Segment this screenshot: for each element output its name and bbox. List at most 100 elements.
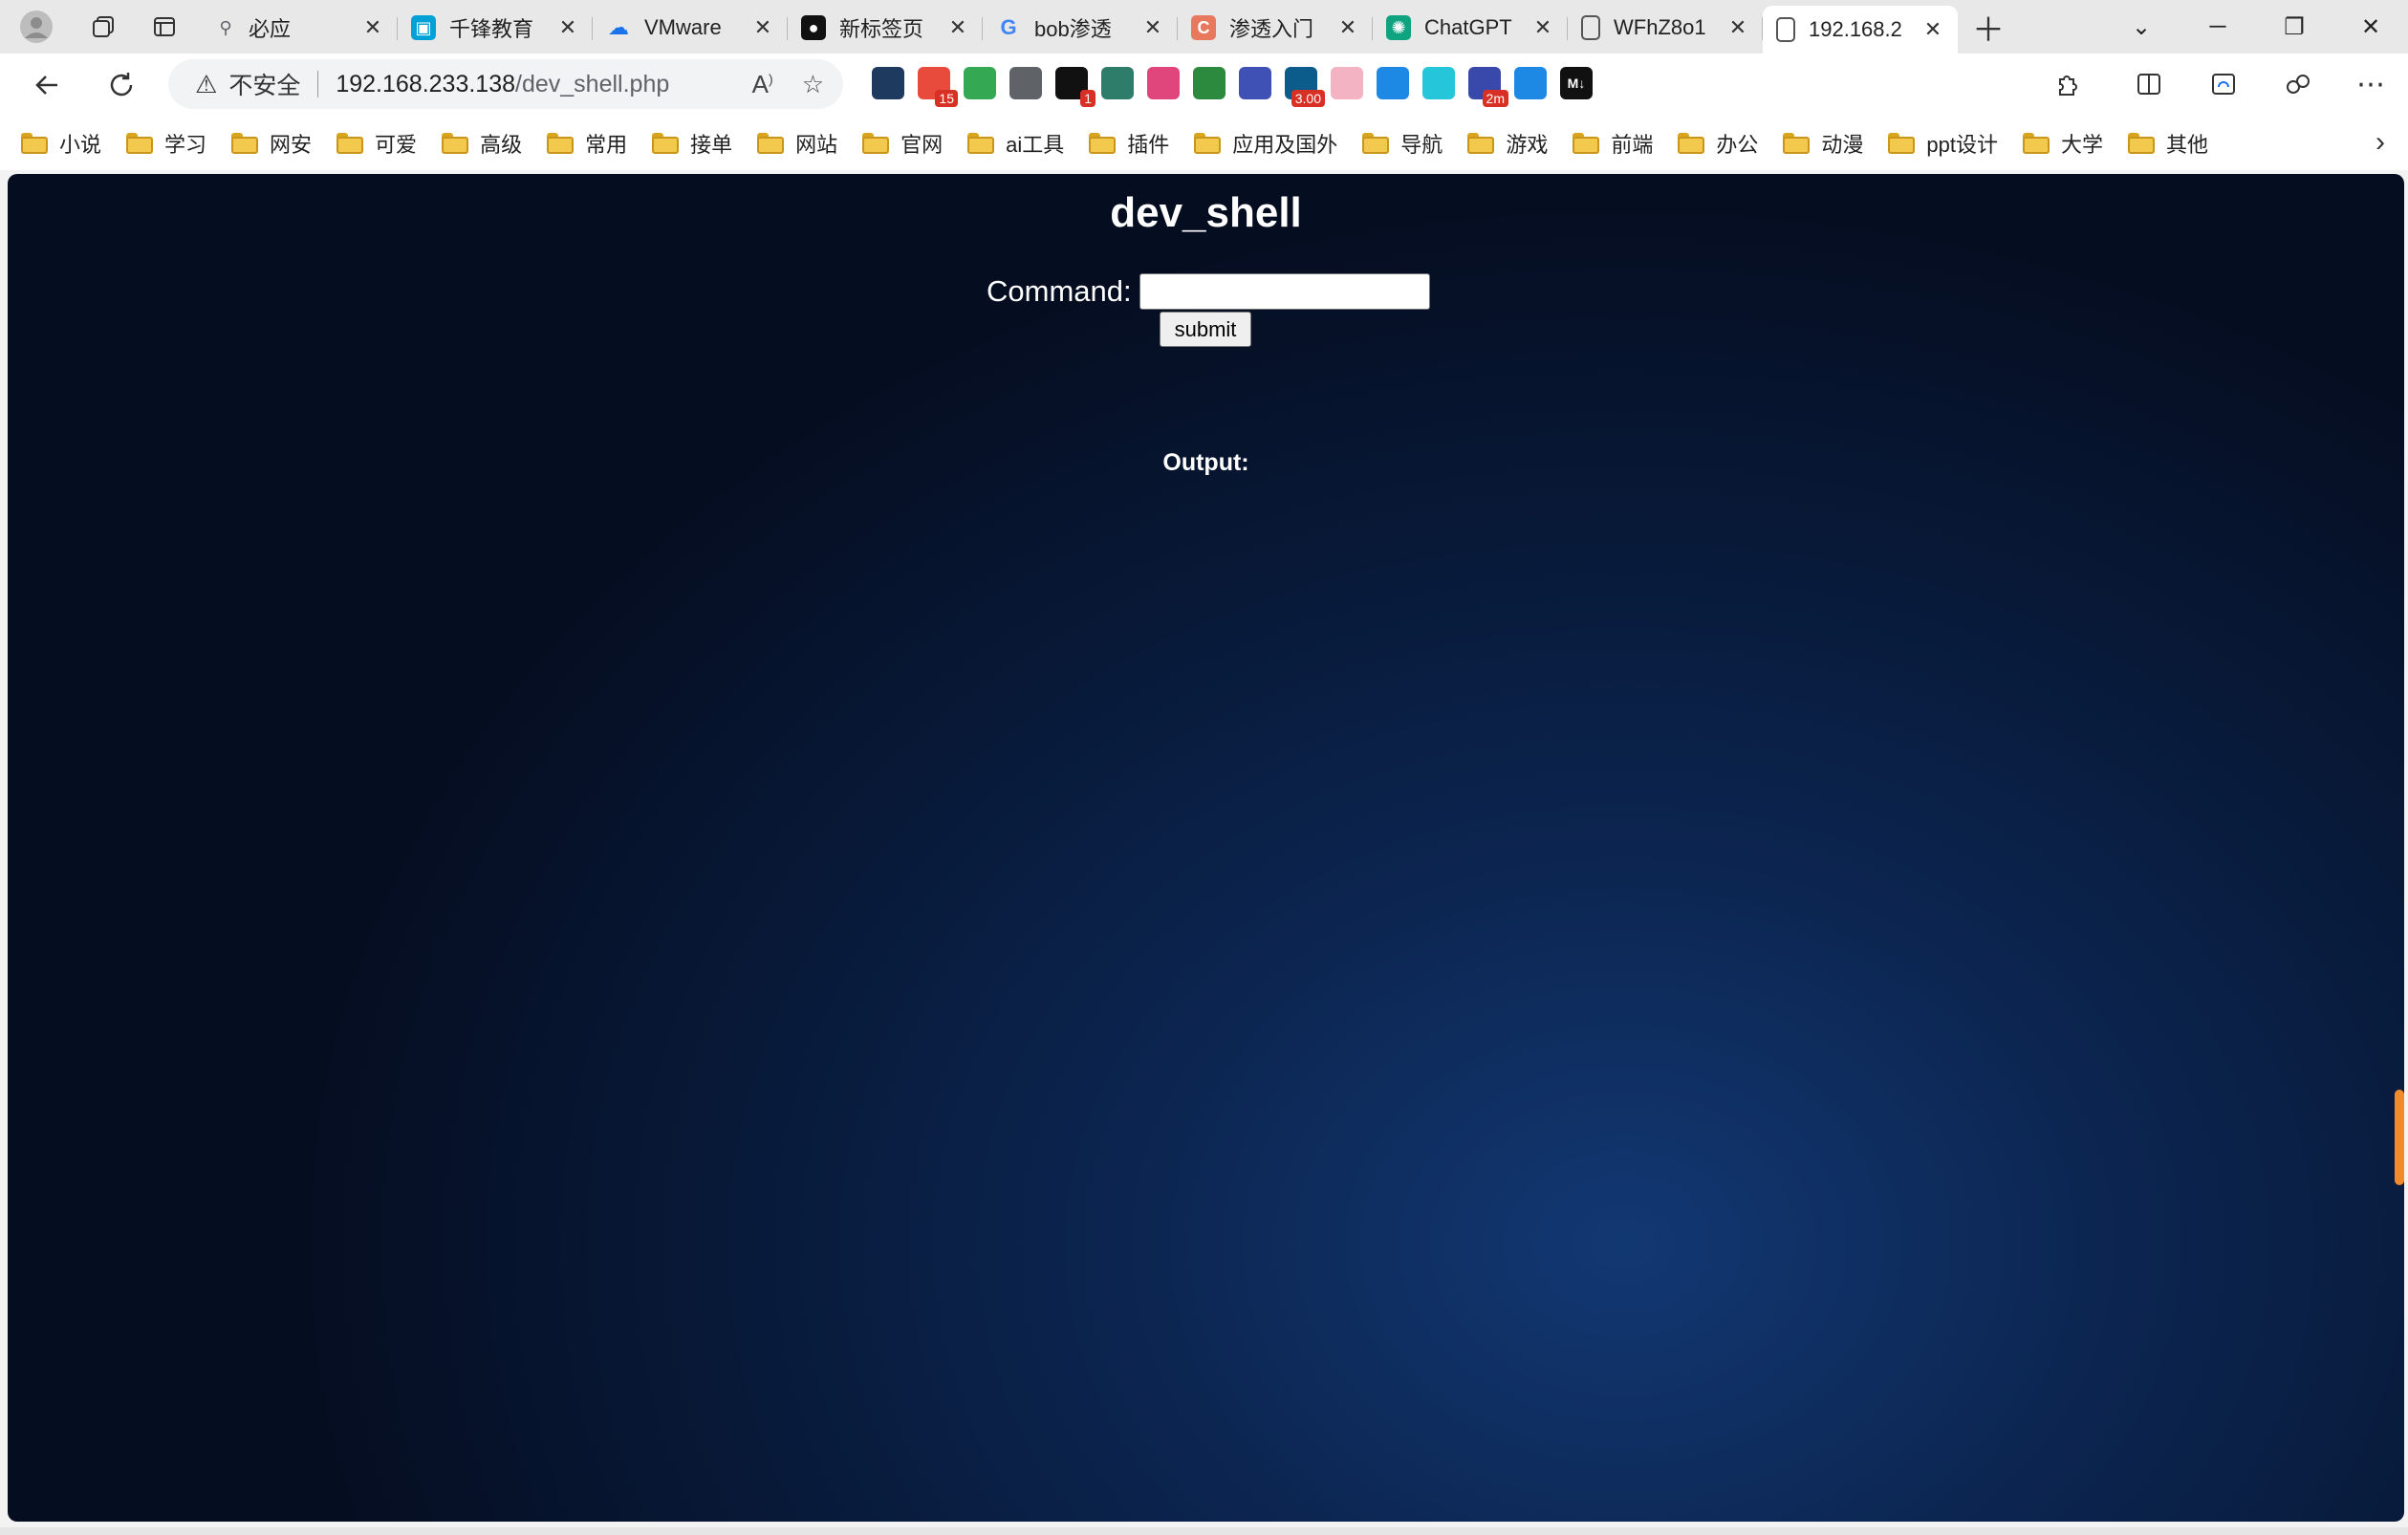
bookmarks-overflow-chevron-icon[interactable]: ›: [2375, 126, 2385, 159]
person-ext-icon[interactable]: [1514, 67, 1547, 99]
close-tab-icon[interactable]: ✕: [1141, 15, 1164, 40]
shield-ext-icon[interactable]: [872, 67, 904, 99]
bookmark-folder[interactable]: 办公: [1678, 128, 1758, 159]
close-tab-icon[interactable]: ✕: [556, 15, 579, 40]
copy-ext-icon[interactable]: [1009, 67, 1042, 99]
csdn-icon: C: [1191, 15, 1216, 40]
vertical-tabs-button[interactable]: [134, 0, 195, 54]
bookmark-folder[interactable]: 动漫: [1783, 128, 1863, 159]
bookmark-folder[interactable]: 游戏: [1467, 128, 1548, 159]
circle-ext-icon[interactable]: [1239, 67, 1271, 99]
tab-0[interactable]: ⚲ 必应 ✕: [203, 6, 398, 50]
command-input[interactable]: [1139, 273, 1430, 310]
timer-ext-icon[interactable]: 2m: [1468, 67, 1508, 107]
translate-ext-icon[interactable]: [1147, 67, 1180, 99]
refresh-button[interactable]: [92, 59, 151, 111]
black-ext-icon[interactable]: 1: [1055, 67, 1096, 107]
wifi-ext-icon[interactable]: [1377, 67, 1409, 99]
tab-3[interactable]: ● 新标签页 ✕: [788, 6, 983, 50]
bookmark-folder[interactable]: 学习: [126, 128, 206, 159]
close-tab-icon[interactable]: ✕: [751, 15, 774, 40]
close-tab-icon[interactable]: ✕: [1531, 15, 1554, 40]
tab-4[interactable]: Gbob渗透 ✕: [983, 6, 1178, 50]
tab-1[interactable]: ▣ 千锋教育 ✕: [398, 6, 593, 50]
tab-manager-ext-icon[interactable]: 15: [918, 67, 958, 107]
search-icon: ⚲: [219, 17, 232, 37]
extensions-puzzle-icon[interactable]: [2048, 65, 2086, 103]
back-button[interactable]: [17, 59, 76, 111]
copilot-icon[interactable]: [2279, 65, 2317, 103]
submit-button[interactable]: submit: [1160, 312, 1251, 347]
bookmark-label: 网站: [795, 133, 838, 157]
tab-6[interactable]: ✺ ChatGPT ✕: [1373, 6, 1568, 50]
bookmark-label: 插件: [1127, 133, 1170, 157]
globe-ext-icon[interactable]: [1193, 67, 1226, 99]
tabs-container: ⚲ 必应 ✕ ▣ 千锋教育 ✕ ☁ VMware ✕ ● 新标签页 ✕ Gbob渗透 ✕ C 渗透入门 ✕ ✺ Ch…: [203, 0, 1958, 54]
speed-ext-icon[interactable]: 3.00: [1285, 67, 1325, 107]
folder-icon: [1678, 133, 1705, 154]
new-tab-button[interactable]: ＋: [1958, 0, 2019, 54]
more-menu-icon[interactable]: ⋯: [2352, 65, 2390, 103]
security-status[interactable]: 不安全: [228, 67, 300, 101]
bookmark-folder[interactable]: 可爱: [336, 128, 417, 159]
tab-title: 千锋教育: [449, 17, 534, 41]
favorites-collection-icon[interactable]: [2204, 65, 2243, 103]
folder-icon: [547, 133, 575, 154]
close-tab-icon[interactable]: ✕: [1336, 15, 1359, 40]
bookmark-folder[interactable]: 高级: [442, 128, 522, 159]
google-icon: G: [1000, 15, 1017, 39]
bookmark-folder[interactable]: ai工具: [967, 128, 1064, 159]
bookmark-label: 导航: [1400, 133, 1443, 157]
bookmark-folder[interactable]: ppt设计: [1888, 128, 1998, 159]
tab-8[interactable]: 192.168.2 ✕: [1763, 6, 1958, 54]
bookmark-folder[interactable]: 小说: [21, 128, 101, 159]
read-aloud-icon[interactable]: A): [752, 70, 773, 99]
bookmark-folder[interactable]: 前端: [1573, 128, 1653, 159]
folder-icon: [336, 133, 364, 154]
bookmark-folder[interactable]: 接单: [652, 128, 732, 159]
bookmarks-bar: 小说 学习 网安 可爱 高级 常用 接单 网站 官网 ai工具 插件 应用及国外 导航 游戏 前端 办公 动漫 p…: [0, 117, 2408, 170]
minimize-button[interactable]: ─: [2180, 0, 2256, 54]
bookmark-folder[interactable]: 其他: [2127, 128, 2208, 159]
bookmark-folder[interactable]: 大学: [2022, 128, 2103, 159]
extension-badge: 15: [935, 90, 958, 107]
tab-2[interactable]: ☁ VMware ✕: [593, 6, 788, 50]
tab-title: 192.168.2: [1809, 17, 1902, 41]
bookmark-folder[interactable]: 常用: [547, 128, 627, 159]
bookmark-folder[interactable]: 网安: [231, 128, 312, 159]
bookmark-folder[interactable]: 应用及国外: [1194, 128, 1337, 159]
scrollbar-thumb[interactable]: [2395, 1090, 2404, 1185]
bookmark-folder[interactable]: 官网: [862, 128, 943, 159]
audio-ext-icon[interactable]: [1422, 67, 1455, 99]
close-window-button[interactable]: ✕: [2332, 0, 2408, 54]
folder-icon: [1783, 133, 1811, 154]
command-form-row: Command:: [987, 273, 1430, 310]
back-arrow-icon: [35, 76, 57, 95]
folder-icon: [442, 133, 469, 154]
address-bar[interactable]: ⚠ 不安全 192.168.233.138/dev_shell.php A) ☆: [168, 59, 843, 109]
tab-list-button[interactable]: ⌄: [2103, 0, 2180, 54]
adguard-ext-icon[interactable]: [964, 67, 996, 99]
bookmark-folder[interactable]: 导航: [1362, 128, 1443, 159]
restore-button[interactable]: ❐: [2256, 0, 2332, 54]
favorite-star-icon[interactable]: ☆: [802, 70, 824, 99]
markdown-ext-icon[interactable]: M↓: [1560, 67, 1593, 99]
close-tab-icon[interactable]: ✕: [946, 15, 969, 40]
split-screen-icon[interactable]: [2130, 65, 2168, 103]
workspaces-button[interactable]: [73, 0, 134, 54]
tab-5[interactable]: C 渗透入门 ✕: [1178, 6, 1373, 50]
page-icon: [1581, 15, 1600, 40]
close-tab-icon[interactable]: ✕: [361, 15, 384, 40]
profile-button[interactable]: [0, 0, 73, 54]
folder-icon: [1573, 133, 1600, 154]
bookmark-label: 动漫: [1821, 133, 1864, 157]
close-tab-icon[interactable]: ✕: [1921, 17, 1944, 42]
tab-7[interactable]: WFhZ8o1 ✕: [1568, 6, 1763, 50]
bookmark-folder[interactable]: 网站: [757, 128, 837, 159]
bookmark-folder[interactable]: 插件: [1089, 128, 1169, 159]
extension-badge: 2m: [1482, 90, 1508, 107]
url-text[interactable]: 192.168.233.138/dev_shell.php: [336, 71, 669, 98]
cat-ext-icon[interactable]: [1331, 67, 1363, 99]
hack-ext-icon[interactable]: [1101, 67, 1134, 99]
close-tab-icon[interactable]: ✕: [1726, 15, 1749, 40]
